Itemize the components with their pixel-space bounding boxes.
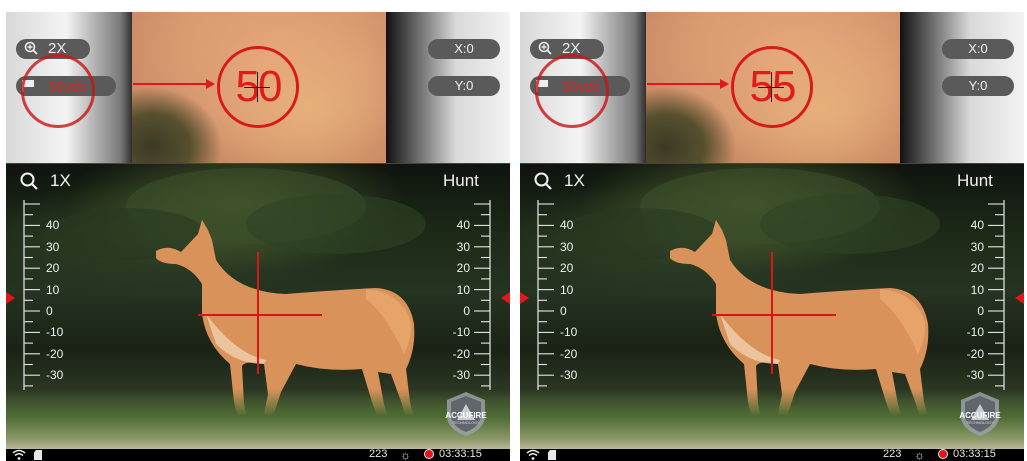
search-icon — [534, 172, 552, 190]
wifi-icon — [526, 449, 540, 460]
sd-card-icon — [548, 450, 556, 460]
scope-screen-right: 2X 55yds X:0 Y:0 55 — [520, 12, 1024, 461]
record-icon — [425, 450, 433, 458]
distance-highlight-circle — [21, 54, 95, 128]
search-icon — [20, 172, 38, 190]
ruler-pointer-right — [501, 292, 510, 304]
ruler-label: -20 — [560, 346, 578, 361]
elevation-ruler-left: 40 30 20 10 0 -10 -20 -30 — [534, 200, 594, 398]
logo-subtext: TECHNOLOGY — [965, 420, 994, 425]
ruler-label: -20 — [966, 346, 984, 361]
ruler-label: 20 — [46, 261, 60, 276]
ruler-label: -30 — [46, 368, 64, 383]
logo-text: ACCUFIRE — [959, 411, 1001, 420]
ruler-label: -10 — [452, 325, 470, 340]
ruler-label: 40 — [970, 218, 984, 233]
ruler-label: 0 — [463, 304, 470, 318]
callout-arrow — [133, 83, 213, 85]
elevation-ruler-right: 40 30 20 10 0 -10 -20 -30 — [950, 200, 1010, 398]
ruler-label: -10 — [46, 325, 64, 340]
scope-view: 1X Hunt 40 30 20 10 0 -10 -20 -30 40 30 20 10 0 -10 -… — [520, 164, 1024, 449]
x-offset-button[interactable]: X:0 — [428, 39, 500, 59]
ruler-label: 30 — [46, 239, 60, 254]
sd-card-icon — [34, 450, 42, 460]
ruler-label: 10 — [970, 282, 984, 297]
ruler-label: -10 — [560, 325, 578, 340]
zoom-preview: 2X 55yds X:0 Y:0 55 — [520, 12, 1024, 164]
ruler-pointer-left — [6, 292, 15, 304]
ruler-label: 40 — [456, 218, 470, 233]
reticle-vertical — [771, 252, 773, 374]
magnification-label[interactable]: 1X — [50, 171, 71, 191]
mode-label[interactable]: Hunt — [443, 171, 479, 191]
status-bar: 223 ☼ 03:33:15 — [6, 448, 510, 461]
ruler-label: 20 — [970, 261, 984, 276]
ruler-label: 40 — [46, 218, 60, 233]
sun-icon: ☼ — [914, 448, 925, 461]
y-offset-button[interactable]: Y:0 — [942, 76, 1014, 96]
scope-view: 1X Hunt 40 30 20 10 0 -10 -20 -30 40 30 20 10 0 -10 -… — [6, 164, 510, 449]
ruler-label: 30 — [560, 239, 574, 254]
logo-text: ACCUFIRE — [445, 411, 487, 420]
ruler-label: 30 — [970, 239, 984, 254]
zoom-in-icon — [538, 41, 552, 55]
shot-count: 223 — [369, 448, 388, 460]
zoom-preview: 2X 50yds X:0 Y:0 50 — [6, 12, 510, 164]
ruler-label: 30 — [456, 239, 470, 254]
ruler-label: -30 — [966, 368, 984, 383]
reticle-vertical — [257, 252, 259, 374]
ruler-label: 40 — [560, 218, 574, 233]
status-bar: 223 ☼ 03:33:15 — [520, 448, 1024, 461]
zoom-in-icon — [24, 41, 38, 55]
logo-subtext: TECHNOLOGY — [451, 420, 480, 425]
mode-label[interactable]: Hunt — [957, 171, 993, 191]
ruler-label: 20 — [456, 261, 470, 276]
ruler-label: 10 — [46, 282, 60, 297]
callout-arrow — [647, 83, 727, 85]
ruler-pointer-right — [1015, 292, 1024, 304]
record-time: 03:33:15 — [953, 448, 996, 460]
ruler-label: -30 — [452, 368, 470, 383]
distance-highlight-circle — [535, 54, 609, 128]
record-time: 03:33:15 — [439, 448, 482, 460]
scope-screen-left: 2X 50yds X:0 Y:0 50 — [6, 12, 510, 461]
magnification-label[interactable]: 1X — [564, 171, 585, 191]
ruler-label: 0 — [560, 304, 567, 318]
reticle-horizontal — [198, 314, 322, 316]
ruler-label: 0 — [46, 304, 53, 318]
ruler-pointer-left — [520, 292, 529, 304]
elevation-ruler-right: 40 30 20 10 0 -10 -20 -30 — [436, 200, 496, 398]
ruler-label: 20 — [560, 261, 574, 276]
record-icon — [939, 450, 947, 458]
shot-count: 223 — [883, 448, 902, 460]
ruler-label: -20 — [46, 346, 64, 361]
reticle-horizontal — [712, 314, 836, 316]
ruler-label: -30 — [560, 368, 578, 383]
x-offset-button[interactable]: X:0 — [942, 39, 1014, 59]
ruler-label: -20 — [452, 346, 470, 361]
elevation-ruler-left: 40 30 20 10 0 -10 -20 -30 — [20, 200, 80, 398]
ruler-label: -10 — [966, 325, 984, 340]
wifi-icon — [12, 449, 26, 460]
ruler-label: 10 — [560, 282, 574, 297]
y-offset-button[interactable]: Y:0 — [428, 76, 500, 96]
ruler-label: 0 — [977, 304, 984, 318]
sun-icon: ☼ — [400, 448, 411, 461]
ruler-label: 10 — [456, 282, 470, 297]
